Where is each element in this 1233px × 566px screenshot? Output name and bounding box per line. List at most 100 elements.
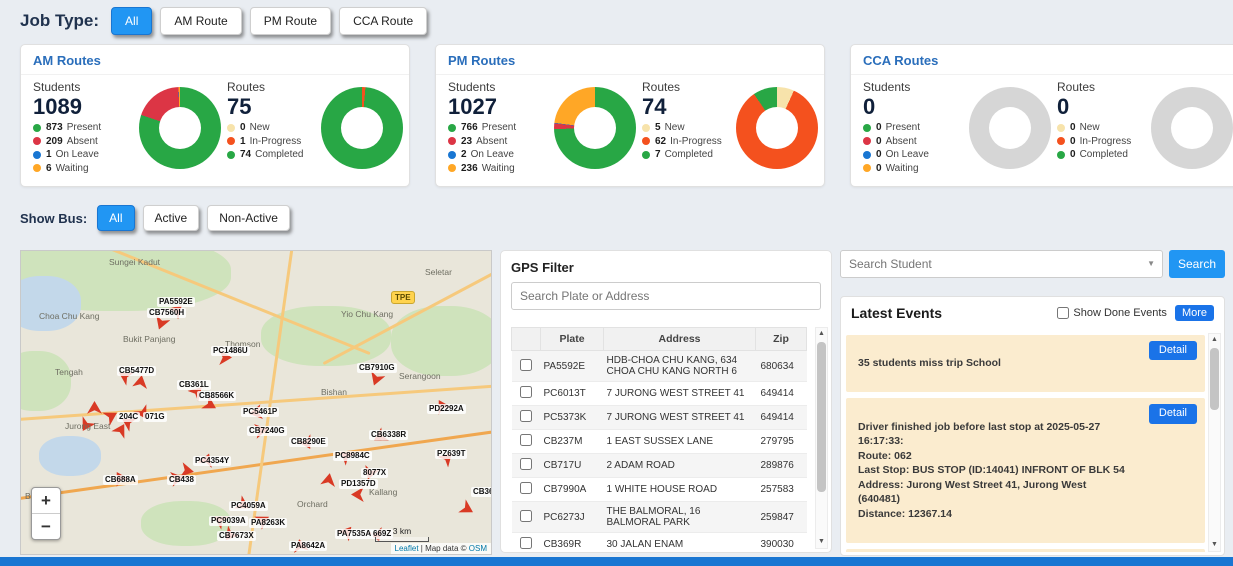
bus-marker-icon[interactable] [456, 498, 476, 518]
address-cell: 7 JURONG WEST STREET 41 [604, 382, 756, 406]
bus-plate-label: PA7535A [335, 529, 373, 539]
gps-table-row[interactable]: PC5373K 7 JURONG WEST STREET 41 649414 [512, 406, 807, 430]
row-checkbox[interactable] [520, 434, 532, 446]
cca-routes-panel: CCA Routes Students 0 0 Present 0 Absent [850, 44, 1233, 187]
students-donut-chart [969, 87, 1051, 169]
bus-marker-icon[interactable] [351, 487, 366, 502]
row-checkbox[interactable] [520, 537, 532, 549]
bus-plate-label: CB7910G [357, 363, 397, 373]
zip-cell: 390030 [756, 533, 807, 551]
detail-button[interactable]: Detail [1149, 404, 1197, 423]
scroll-up-arrow[interactable]: ▲ [1211, 334, 1218, 346]
job-type-filter-button[interactable]: CCA Route [339, 7, 427, 35]
legend-item: 23 Absent [448, 136, 548, 147]
bus-plate-label: CB361L [177, 380, 211, 390]
event-text: 35 students miss trip School [858, 357, 1001, 369]
zip-cell: 680634 [756, 351, 807, 382]
bus-marker-icon[interactable] [320, 472, 337, 489]
row-checkbox[interactable] [520, 386, 532, 398]
show-bus-filter-button[interactable]: Non-Active [207, 205, 290, 231]
gps-table-row[interactable]: CB369R 30 JALAN ENAM 390030 [512, 533, 807, 551]
routes-total: 74 [642, 95, 730, 119]
scroll-thumb[interactable] [817, 342, 826, 492]
gps-table-row[interactable]: PC6013T 7 JURONG WEST STREET 41 649414 [512, 382, 807, 406]
search-button[interactable]: Search [1169, 250, 1225, 278]
scroll-up-arrow[interactable]: ▲ [818, 328, 825, 340]
row-checkbox[interactable] [520, 510, 532, 522]
gps-table-row[interactable]: CB717U 2 ADAM ROAD 289876 [512, 454, 807, 478]
students-label: Students [448, 80, 548, 94]
row-checkbox[interactable] [520, 482, 532, 494]
gps-filter-panel: GPS Filter Plate Address Zip PA5592E HDB… [500, 250, 832, 553]
legend-label: On Leave [56, 149, 99, 160]
address-cell: HDB-CHOA CHU KANG, 634 CHOA CHU KANG NOR… [604, 351, 756, 382]
gps-table-scrollbar[interactable]: ▲ ▼ [815, 327, 828, 549]
events-scrollbar[interactable]: ▲ ▼ [1208, 333, 1221, 552]
show-done-events-checkbox[interactable] [1057, 307, 1069, 319]
bus-plate-label: CB8290E [289, 437, 328, 447]
zoom-out-button[interactable]: − [32, 514, 60, 539]
legend-value: 209 [46, 136, 63, 147]
more-button[interactable]: More [1175, 305, 1214, 321]
row-checkbox[interactable] [520, 410, 532, 422]
scroll-thumb[interactable] [1210, 348, 1219, 410]
gps-table: Plate Address Zip PA5592E HDB-CHOA CHU K… [511, 327, 807, 550]
gps-search-input[interactable] [511, 282, 821, 310]
bus-plate-label: PC1486U [211, 346, 250, 356]
row-checkbox[interactable] [520, 359, 532, 371]
bus-map[interactable]: PA5592E CB7560H PC1486U CB5477D CB7910G … [20, 250, 492, 555]
plate-cell: PC5373K [541, 406, 604, 430]
address-cell: 1 EAST SUSSEX LANE [604, 430, 756, 454]
legend-item: 209 Absent [33, 136, 133, 147]
routes-label: Routes [1057, 80, 1145, 94]
address-cell: THE BALMORAL, 16 BALMORAL PARK [604, 502, 756, 533]
event-item: Driver finished job before last stop at … [846, 398, 1205, 542]
gps-table-row[interactable]: CB7990A 1 WHITE HOUSE ROAD 257583 [512, 478, 807, 502]
students-label: Students [863, 80, 963, 94]
zoom-in-button[interactable]: + [32, 488, 60, 514]
bus-plate-label: PC8984C [333, 451, 372, 461]
job-type-filter-button[interactable]: AM Route [160, 7, 241, 35]
legend-label: Absent [67, 136, 98, 147]
row-checkbox[interactable] [520, 458, 532, 470]
bus-marker-icon[interactable] [132, 374, 149, 391]
detail-button[interactable]: Detail [1149, 341, 1197, 360]
plate-cell: PC6013T [541, 382, 604, 406]
legend-dot [227, 151, 235, 159]
scroll-down-arrow[interactable]: ▼ [1211, 539, 1218, 551]
map-water-area [20, 276, 81, 331]
gps-table-row[interactable]: PA5592E HDB-CHOA CHU KANG, 634 CHOA CHU … [512, 351, 807, 382]
routes-legend: 5 New 62 In-Progress 7 Completed [642, 122, 730, 160]
job-type-label: Job Type: [20, 11, 99, 31]
student-search-input[interactable] [840, 250, 1163, 278]
legend-value: 0 [240, 122, 246, 133]
gps-table-row[interactable]: CB237M 1 EAST SUSSEX LANE 279795 [512, 430, 807, 454]
bus-plate-label: CB8566K [197, 391, 236, 401]
show-bus-filter-button[interactable]: Active [143, 205, 200, 231]
legend-label: Waiting [56, 163, 89, 174]
legend-dot [227, 137, 235, 145]
road-shield-badge: TPE [391, 291, 415, 304]
plate-cell: CB369R [541, 533, 604, 551]
show-bus-filter-button[interactable]: All [97, 205, 134, 231]
scroll-down-arrow[interactable]: ▼ [818, 536, 825, 548]
routes-donut-chart [1151, 87, 1233, 169]
legend-dot [33, 137, 41, 145]
show-bus-bar: Show Bus: All Active Non-Active [20, 205, 290, 231]
legend-item: 236 Waiting [448, 163, 548, 174]
map-place-label: Bukit Panjang [123, 334, 175, 344]
show-done-events-control: Show Done Events [1057, 307, 1167, 319]
map-attribution: Leaflet | Map data © OSM [391, 543, 491, 554]
legend-dot [642, 151, 650, 159]
leaflet-link[interactable]: Leaflet [395, 544, 419, 553]
address-cell: 2 ADAM ROAD [604, 454, 756, 478]
students-label: Students [33, 80, 133, 94]
students-legend: 0 Present 0 Absent 0 On Leave [863, 122, 963, 174]
map-zoom-control: + − [31, 487, 61, 540]
job-type-filter-button[interactable]: All [111, 7, 152, 35]
legend-item: 0 Present [863, 122, 963, 133]
gps-table-row[interactable]: PC6273J THE BALMORAL, 16 BALMORAL PARK 2… [512, 502, 807, 533]
osm-link[interactable]: OSM [469, 544, 487, 553]
job-type-filter-button[interactable]: PM Route [250, 7, 331, 35]
student-search-select[interactable]: ▼ [840, 250, 1163, 278]
